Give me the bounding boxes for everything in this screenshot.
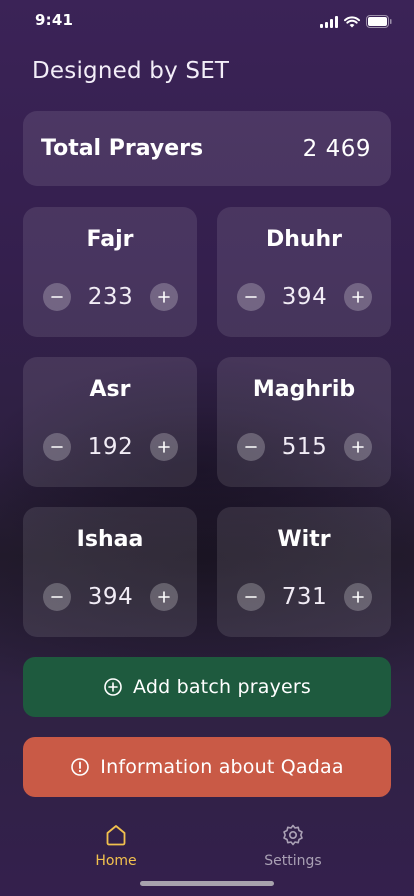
increment-button[interactable] bbox=[344, 583, 372, 611]
minus-icon bbox=[51, 296, 63, 298]
prayer-counter: 731 bbox=[217, 583, 391, 613]
plus-icon bbox=[352, 291, 364, 303]
prayer-name: Fajr bbox=[86, 227, 134, 252]
qadaa-info-button[interactable]: Information about Qadaa bbox=[23, 737, 391, 797]
minus-icon bbox=[51, 446, 63, 448]
prayer-counter: 394 bbox=[217, 283, 391, 313]
decrement-button[interactable] bbox=[237, 283, 265, 311]
home-indicator bbox=[140, 881, 274, 886]
tab-settings[interactable]: Settings bbox=[248, 823, 338, 869]
plus-icon bbox=[158, 591, 170, 603]
brand-title: Designed by SET bbox=[32, 58, 230, 84]
prayer-count: 233 bbox=[87, 284, 134, 310]
prayer-count: 731 bbox=[281, 584, 328, 610]
prayer-name: Ishaa bbox=[76, 527, 144, 552]
prayer-card-asr: Asr 192 bbox=[23, 357, 197, 487]
prayer-count: 515 bbox=[281, 434, 328, 460]
decrement-button[interactable] bbox=[43, 283, 71, 311]
qadaa-info-label: Information about Qadaa bbox=[100, 756, 344, 778]
plus-icon bbox=[158, 291, 170, 303]
decrement-button[interactable] bbox=[237, 583, 265, 611]
add-batch-prayers-label: Add batch prayers bbox=[132, 676, 312, 698]
increment-button[interactable] bbox=[150, 433, 178, 461]
minus-icon bbox=[245, 296, 257, 298]
decrement-button[interactable] bbox=[43, 583, 71, 611]
total-prayers-value: 2 469 bbox=[302, 135, 371, 162]
prayer-card-maghrib: Maghrib 515 bbox=[217, 357, 391, 487]
increment-button[interactable] bbox=[344, 283, 372, 311]
plus-circle-icon bbox=[104, 678, 122, 696]
total-prayers-card: Total Prayers 2 469 bbox=[23, 111, 391, 186]
home-icon bbox=[106, 825, 126, 846]
wifi-icon bbox=[344, 13, 360, 32]
prayer-card-dhuhr: Dhuhr 394 bbox=[217, 207, 391, 337]
status-bar: 9:41 bbox=[0, 0, 414, 40]
tab-bar: Home Settings bbox=[0, 815, 414, 875]
prayer-name: Witr bbox=[277, 527, 331, 552]
plus-icon bbox=[352, 441, 364, 453]
gear-icon bbox=[283, 824, 303, 846]
decrement-button[interactable] bbox=[237, 433, 265, 461]
app-screen: 9:41 Designed by SET Total Prayers 2 469… bbox=[0, 0, 414, 896]
prayer-count: 394 bbox=[281, 284, 328, 310]
prayer-name: Dhuhr bbox=[265, 227, 343, 252]
minus-icon bbox=[245, 446, 257, 448]
total-prayers-label: Total Prayers bbox=[41, 136, 204, 161]
prayer-card-witr: Witr 731 bbox=[217, 507, 391, 637]
decrement-button[interactable] bbox=[43, 433, 71, 461]
prayer-card-fajr: Fajr 233 bbox=[23, 207, 197, 337]
tab-settings-label: Settings bbox=[264, 853, 322, 869]
prayer-counter: 233 bbox=[23, 283, 197, 313]
alert-circle-icon bbox=[71, 758, 90, 776]
minus-icon bbox=[245, 596, 257, 598]
status-icons bbox=[320, 13, 392, 32]
prayer-name: Asr bbox=[89, 377, 131, 402]
increment-button[interactable] bbox=[344, 433, 372, 461]
increment-button[interactable] bbox=[150, 583, 178, 611]
plus-icon bbox=[158, 441, 170, 453]
battery-icon bbox=[366, 13, 392, 32]
add-batch-prayers-button[interactable]: Add batch prayers bbox=[23, 657, 391, 717]
status-time: 9:41 bbox=[35, 11, 74, 29]
prayer-counter: 515 bbox=[217, 433, 391, 463]
tab-home-label: Home bbox=[95, 853, 137, 869]
prayer-counter: 192 bbox=[23, 433, 197, 463]
cellular-signal-icon bbox=[320, 13, 338, 32]
prayer-name: Maghrib bbox=[252, 377, 356, 402]
increment-button[interactable] bbox=[150, 283, 178, 311]
plus-icon bbox=[352, 591, 364, 603]
prayer-card-ishaa: Ishaa 394 bbox=[23, 507, 197, 637]
prayer-counter: 394 bbox=[23, 583, 197, 613]
tab-home[interactable]: Home bbox=[71, 823, 161, 869]
prayer-count: 192 bbox=[87, 434, 134, 460]
minus-icon bbox=[51, 596, 63, 598]
prayer-count: 394 bbox=[87, 584, 134, 610]
